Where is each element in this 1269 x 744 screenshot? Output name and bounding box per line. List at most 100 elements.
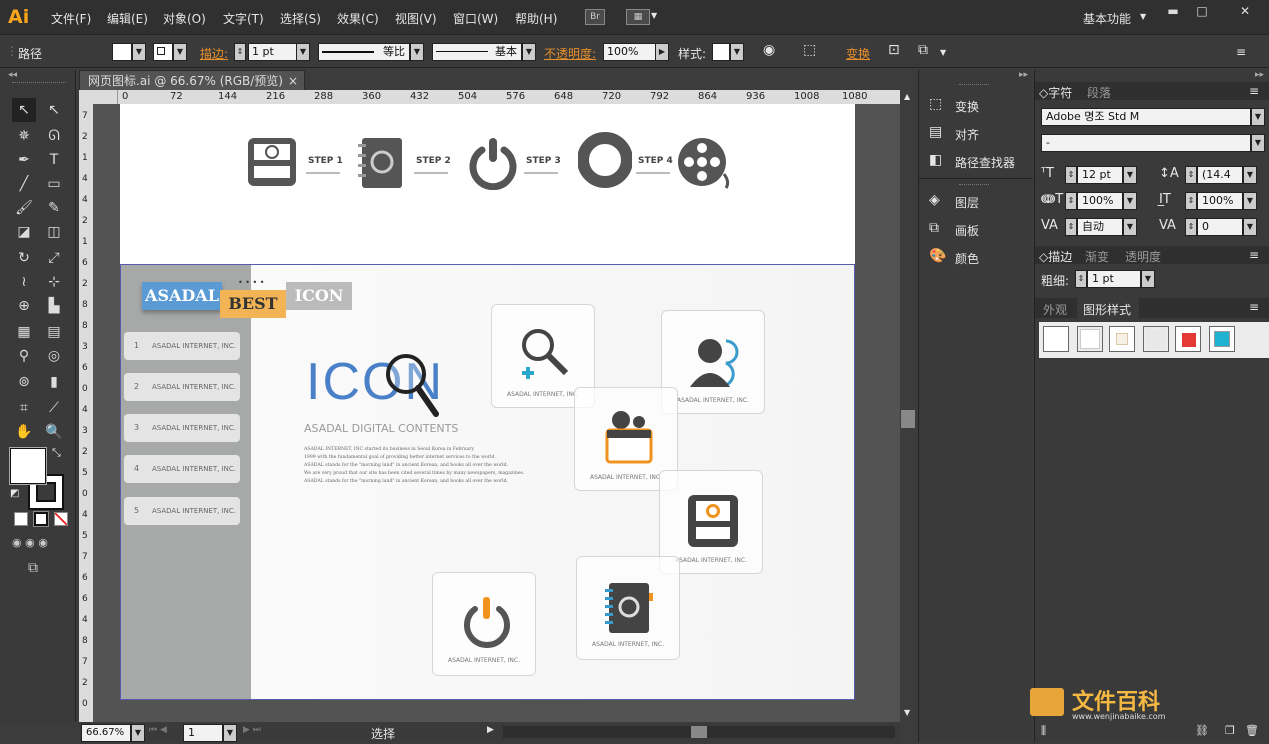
hscale-dropdown[interactable]: ▼ — [1243, 192, 1257, 210]
font-family-field[interactable]: Adobe 명조 Std M — [1041, 108, 1251, 126]
break-link-icon[interactable]: ⛓ — [1195, 724, 1209, 737]
page-dropdown[interactable]: ▼ — [223, 724, 237, 742]
scale-tool-icon[interactable]: ⤢ — [42, 246, 66, 270]
style-swatch-3[interactable] — [1143, 326, 1169, 352]
style-swatch-4[interactable] — [1175, 326, 1201, 352]
canvas-area[interactable]: STEP 1 STEP 2 STEP 3 STEP 4 ASADAL BEST … — [93, 104, 900, 722]
next-page-icon[interactable]: ▶ ⏭ — [243, 725, 261, 735]
stroke-dropdown[interactable]: ▼ — [173, 43, 187, 61]
paintbrush-icon[interactable]: 🖌 — [12, 196, 36, 220]
fill-dropdown[interactable]: ▼ — [132, 43, 146, 61]
mesh-tool-icon[interactable]: ▦ — [12, 320, 36, 344]
close-tab-icon[interactable]: × — [288, 71, 298, 91]
fill-color-box[interactable] — [10, 448, 46, 484]
kerning-stepper[interactable]: ⇕ — [1065, 218, 1077, 236]
style-swatch-5[interactable] — [1209, 326, 1235, 352]
panel-btn-pathfinder[interactable]: ◧ 路径查找器 — [929, 152, 1029, 172]
menu-file[interactable]: 文件(F) — [51, 10, 91, 27]
line-tool-icon[interactable]: ╱ — [12, 172, 36, 196]
recolor-icon[interactable]: ◉ — [763, 42, 775, 58]
menu-effect[interactable]: 效果(C) — [337, 10, 379, 27]
font-style-dropdown[interactable]: ▼ — [1251, 134, 1265, 152]
status-menu-icon[interactable]: ▶ — [487, 725, 494, 735]
lasso-icon[interactable]: ᘏ — [42, 124, 66, 148]
stroke-profile-dropdown[interactable]: ▼ — [410, 43, 424, 61]
delete-style-icon[interactable]: 🗑 — [1245, 724, 1259, 737]
chevron-down-icon[interactable]: ▼ — [940, 48, 946, 57]
magic-wand-icon[interactable]: ✵ — [12, 124, 36, 148]
tab-transparency[interactable]: 透明度 — [1125, 248, 1161, 265]
tab-gradient[interactable]: 渐变 — [1085, 248, 1109, 265]
stroke-stepper[interactable]: ⇕ — [234, 43, 246, 61]
menu-type[interactable]: 文字(T) — [223, 10, 264, 27]
type-tool-icon[interactable]: T — [42, 148, 66, 172]
weight-stepper[interactable]: ⇕ — [1075, 270, 1087, 288]
graph-tool-icon[interactable]: ▮ — [42, 370, 66, 394]
brush-select[interactable]: 基本 — [432, 43, 522, 61]
stroke-weight-field[interactable]: 1 pt — [248, 43, 298, 61]
brush-dropdown[interactable]: ▼ — [522, 43, 536, 61]
selection-bounds[interactable] — [120, 264, 855, 700]
eyedropper-icon[interactable]: ⚲ — [12, 344, 36, 368]
style-swatch[interactable] — [712, 43, 730, 61]
chevron-down-icon[interactable]: ▼ — [651, 11, 657, 20]
panel-btn-align[interactable]: ▤ 对齐 — [929, 124, 1029, 144]
menu-select[interactable]: 选择(S) — [280, 10, 321, 27]
collapse-icon[interactable]: ▸▸ — [1019, 70, 1028, 80]
hand-tool-icon[interactable]: ✋ — [12, 420, 36, 444]
stroke-swatch[interactable] — [153, 43, 173, 61]
bridge-button[interactable]: Br — [585, 9, 605, 25]
scroll-up-icon[interactable]: ▲ — [904, 92, 910, 101]
eraser-icon[interactable]: ◫ — [42, 220, 66, 244]
tracking-dropdown[interactable]: ▼ — [1243, 218, 1257, 236]
font-size-dropdown[interactable]: ▼ — [1123, 166, 1137, 184]
menu-help[interactable]: 帮助(H) — [515, 10, 557, 27]
page-field[interactable]: 1 — [183, 724, 223, 742]
hscale-stepper[interactable]: ⇕ — [1185, 192, 1197, 210]
shape-builder-icon[interactable]: ⊕ — [12, 294, 36, 318]
tracking-field[interactable]: 0 — [1197, 218, 1243, 236]
style-library-icon[interactable]: ⫼ — [1041, 724, 1046, 738]
horizontal-scale-field[interactable]: 100% — [1197, 192, 1243, 210]
free-transform-icon[interactable]: ⊹ — [42, 270, 66, 294]
color-mode-icon[interactable] — [14, 512, 28, 526]
font-size-field[interactable]: 12 pt — [1077, 166, 1123, 184]
style-swatch-0[interactable] — [1043, 326, 1069, 352]
panel-btn-transform[interactable]: ⬚ 变换 — [929, 96, 1029, 116]
stroke-profile-select[interactable]: 等比 — [318, 43, 410, 61]
rectangle-tool-icon[interactable]: ▭ — [42, 172, 66, 196]
vertical-scrollbar[interactable]: ▲ ▼ — [900, 90, 916, 722]
perspective-grid-icon[interactable]: ▙ — [42, 294, 66, 318]
selection-tool-icon[interactable]: ↖ — [12, 98, 36, 122]
fill-swatch[interactable] — [112, 43, 132, 61]
rotate-tool-icon[interactable]: ↻ — [12, 246, 36, 270]
close-button[interactable]: ✕ — [1225, 2, 1265, 20]
panel-btn-color[interactable]: 🎨 颜色 — [929, 248, 1029, 268]
weight-field[interactable]: 1 pt — [1087, 270, 1141, 288]
menu-view[interactable]: 视图(V) — [395, 10, 437, 27]
pen-tool-icon[interactable]: ✒ — [12, 148, 36, 172]
first-page-icon[interactable]: ⏮ ◀ — [149, 725, 167, 735]
scroll-down-icon[interactable]: ▼ — [904, 708, 910, 717]
chevron-down-icon[interactable]: ▼ — [1140, 12, 1146, 21]
horizontal-scrollbar[interactable] — [503, 726, 895, 738]
tab-paragraph[interactable]: 段落 — [1087, 84, 1111, 101]
menu-window[interactable]: 窗口(W) — [453, 10, 498, 27]
kerning-dropdown[interactable]: ▼ — [1123, 218, 1137, 236]
swap-colors-icon[interactable]: ⤡ — [52, 446, 61, 460]
gradient-mode-icon[interactable] — [34, 512, 48, 526]
stroke-label[interactable]: 描边: — [200, 45, 228, 62]
slice-tool-icon[interactable]: ⟋ — [42, 396, 66, 420]
tab-graphic-styles[interactable]: 图形样式 — [1077, 298, 1139, 318]
kerning-field[interactable]: 自动 — [1077, 218, 1123, 236]
panel-btn-artboards[interactable]: ⧉ 画板 — [929, 220, 1029, 240]
direct-selection-tool-icon[interactable]: ↖ — [42, 98, 66, 122]
pencil-icon[interactable]: ✎ — [42, 196, 66, 220]
panel-menu-icon[interactable]: ≡ — [1249, 300, 1259, 314]
font-style-field[interactable]: - — [1041, 134, 1251, 152]
opacity-dropdown[interactable]: ▶ — [655, 43, 669, 61]
h-scroll-thumb[interactable] — [691, 726, 707, 738]
collapse-icon[interactable]: ▸▸ — [1255, 70, 1264, 80]
ruler-origin[interactable] — [79, 90, 118, 104]
style-dropdown[interactable]: ▼ — [730, 43, 744, 61]
